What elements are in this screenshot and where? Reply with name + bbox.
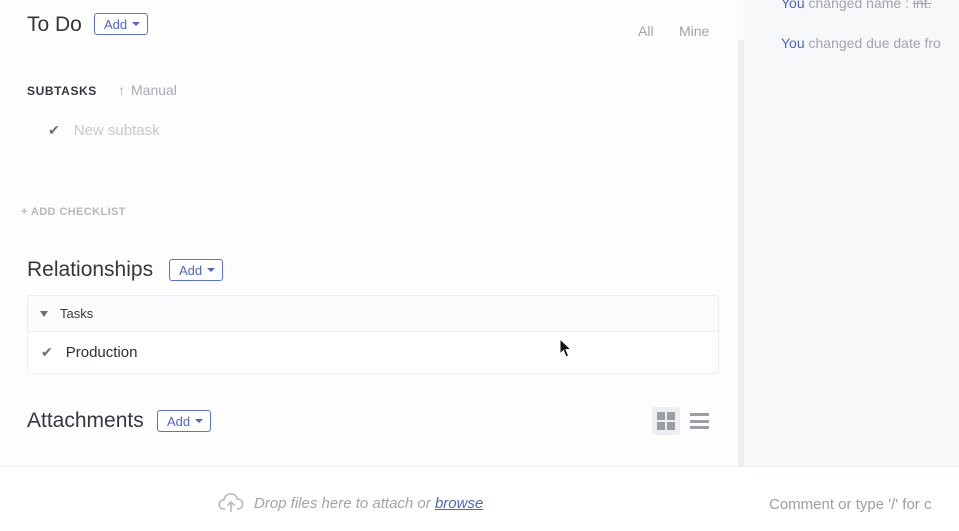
- relationship-task-name[interactable]: Production: [66, 344, 138, 361]
- activity-old-value: int.: [912, 0, 932, 11]
- attachments-add-label: Add: [167, 413, 191, 429]
- status-title: To Do: [27, 13, 82, 36]
- filter-all-tab[interactable]: All: [638, 23, 654, 39]
- task-content-panel: To Do Add All Mine SUBTASKS ↑ Manual ✔ N…: [0, 0, 738, 466]
- status-add-label: Add: [104, 16, 128, 32]
- collapse-triangle-icon: [40, 310, 48, 317]
- arrow-up-icon: ↑: [118, 82, 125, 98]
- activity-item: You changed name : int.: [781, 0, 932, 11]
- relationship-row[interactable]: ✔ Production: [28, 332, 718, 373]
- activity-panel: You changed name : int. You changed due …: [744, 0, 959, 466]
- comment-input[interactable]: Comment or type '/' for c: [769, 496, 931, 513]
- subtasks-heading: SUBTASKS: [27, 84, 97, 98]
- grid-view-icon[interactable]: [652, 407, 680, 435]
- list-view-icon[interactable]: [690, 413, 709, 429]
- sort-label: Manual: [131, 82, 177, 98]
- activity-item: You changed due date fro: [781, 35, 941, 51]
- filter-mine-tab[interactable]: Mine: [679, 23, 709, 39]
- drop-text: Drop files here to attach or: [254, 494, 435, 512]
- group-label: Tasks: [60, 306, 94, 321]
- checkmark-icon: ✔: [41, 344, 53, 360]
- activity-user[interactable]: You: [781, 35, 805, 51]
- browse-link[interactable]: browse: [435, 495, 483, 512]
- relationships-title: Relationships: [27, 258, 154, 281]
- activity-text: changed name :: [804, 0, 913, 11]
- caret-down-icon: [207, 268, 216, 272]
- activity-text: changed due date fro: [804, 35, 941, 51]
- task-detail-view: To Do Add All Mine SUBTASKS ↑ Manual ✔ N…: [0, 0, 959, 531]
- caret-down-icon: [132, 22, 141, 26]
- add-checklist-button[interactable]: + ADD CHECKLIST: [21, 206, 126, 218]
- bottom-bar: Drop files here to attach or browse Comm…: [0, 466, 959, 531]
- cloud-upload-icon: [218, 493, 244, 512]
- attachments-title: Attachments: [27, 409, 144, 432]
- new-subtask-row[interactable]: ✔ New subtask: [48, 122, 160, 139]
- attachment-dropzone[interactable]: Drop files here to attach or browse: [218, 492, 483, 514]
- relationships-table: Tasks ✔ Production: [27, 295, 719, 374]
- caret-down-icon: [195, 419, 204, 423]
- relationships-add-label: Add: [179, 262, 203, 278]
- relationships-add-button[interactable]: Add: [169, 259, 224, 281]
- checkmark-icon: ✔: [48, 122, 60, 138]
- attachments-add-button[interactable]: Add: [157, 410, 212, 432]
- subtasks-sort-button[interactable]: ↑ Manual: [118, 82, 177, 98]
- status-add-button[interactable]: Add: [94, 13, 149, 35]
- activity-user[interactable]: You: [781, 0, 805, 11]
- new-subtask-input[interactable]: New subtask: [74, 122, 160, 139]
- relationships-group-header[interactable]: Tasks: [28, 296, 718, 332]
- mouse-cursor-icon: [559, 338, 573, 358]
